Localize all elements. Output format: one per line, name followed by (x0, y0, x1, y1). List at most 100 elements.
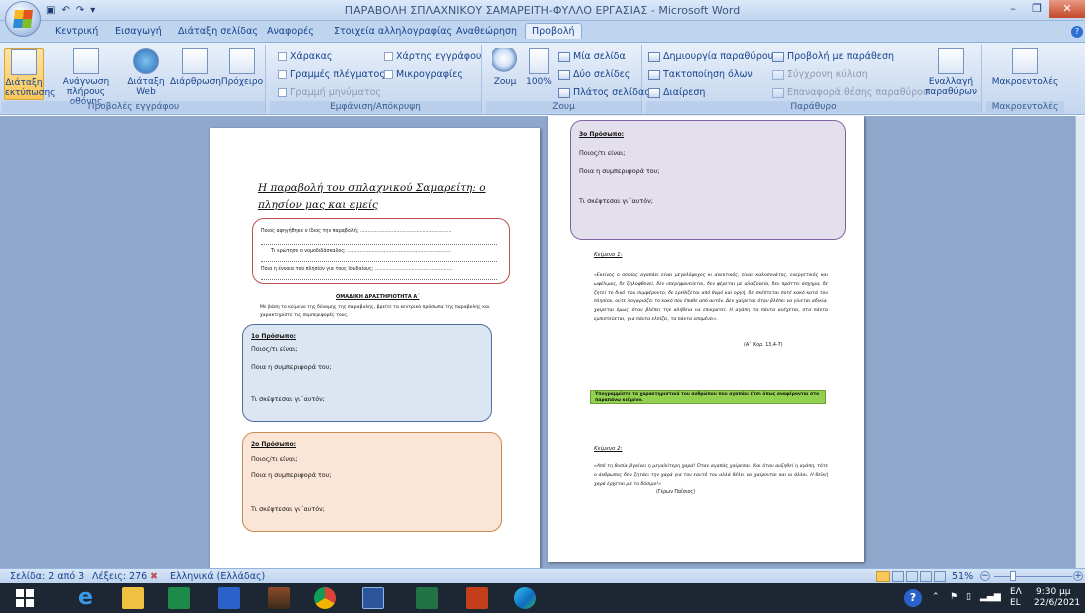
question-3: Ποια η έννοια του πλησίον για τους Ιουδα… (261, 267, 453, 272)
show-hide-group-label: Εμφάνιση/Απόκρυψη (270, 101, 481, 113)
signal-icon[interactable]: ▂▄▆ (980, 592, 1001, 602)
person-3-heading: 3ο Πρόσωπο: (579, 131, 624, 138)
spelling-icon[interactable]: ✖ (150, 571, 158, 582)
clock-time[interactable]: 9:30 μμ (1036, 587, 1071, 597)
word-icon[interactable] (362, 587, 384, 609)
message-bar-checkbox[interactable]: Γραμμή μηνύματος (278, 87, 381, 98)
ruler-checkbox[interactable]: Χάρακας (278, 51, 333, 62)
tab-insert[interactable]: Εισαγωγή (115, 26, 162, 37)
help-tray-icon[interactable]: ? (904, 589, 922, 607)
zoom-100-button[interactable]: 100% (524, 48, 554, 87)
page-width-button[interactable]: Πλάτος σελίδας (558, 87, 650, 98)
one-page-button[interactable]: Μία σελίδα (558, 51, 626, 62)
reading-view-icon[interactable] (892, 571, 904, 582)
person-3-who: Ποιος/τι είναι; (579, 149, 626, 157)
tab-mailings[interactable]: Στοιχεία αλληλογραφίας (334, 26, 452, 37)
text1-heading: Κείμενο 1: (594, 252, 623, 258)
clock-date[interactable]: 22/6/2021 (1034, 598, 1080, 608)
zoom-in-icon[interactable]: + (1073, 571, 1083, 581)
arrange-all-button[interactable]: Τακτοποίηση όλων (648, 69, 753, 80)
language-tray-sub[interactable]: EL (1010, 598, 1021, 608)
person-2-heading: 2ο Πρόσωπο: (251, 441, 296, 448)
game-icon[interactable] (268, 587, 290, 609)
side-by-side-icon (772, 51, 784, 62)
close-button[interactable]: ✕ (1049, 0, 1085, 18)
thumbnails-checkbox[interactable]: Μικρογραφίες (384, 69, 463, 80)
language-indicator[interactable]: Ελληνικά (Ελλάδας) (170, 571, 265, 582)
tab-page-layout[interactable]: Διάταξη σελίδας (178, 26, 258, 37)
macros-button[interactable]: Μακροεντολές (988, 48, 1062, 87)
switch-windows-button[interactable]: Εναλλαγή παραθύρων (922, 48, 980, 97)
excel-icon[interactable] (416, 587, 438, 609)
two-pages-button[interactable]: Δύο σελίδες (558, 69, 630, 80)
zoom-slider[interactable] (994, 576, 1072, 577)
document-workspace[interactable]: Η παραβολή του σπλαχνικού Σαμαρείτη: ο π… (0, 116, 1085, 568)
arrange-all-icon (648, 69, 660, 80)
print-layout-button[interactable]: Διάταξη εκτύπωσης (4, 48, 55, 100)
powerpoint-icon[interactable] (466, 587, 488, 609)
file-explorer-icon[interactable] (122, 587, 144, 609)
flag-icon[interactable]: ⚑ (950, 592, 958, 602)
gridlines-checkbox[interactable]: Γραμμές πλέγματος (278, 69, 385, 80)
vertical-scrollbar[interactable] (1075, 116, 1085, 568)
web-layout-icon (133, 48, 159, 74)
battery-icon[interactable]: ▯ (966, 592, 971, 602)
person-2-who: Ποιος/τι είναι; (251, 455, 298, 463)
side-by-side-button[interactable]: Προβολή με παράθεση (772, 51, 894, 62)
tab-references[interactable]: Αναφορές (267, 26, 314, 37)
zoom-button[interactable]: Ζουμ (488, 48, 522, 87)
status-bar: Σελίδα: 2 από 3 Λέξεις: 276 ✖ Ελληνικά (… (0, 568, 1085, 583)
page-1[interactable]: Η παραβολή του σπλαχνικού Σαμαρείτη: ο π… (210, 128, 540, 568)
window-title: ΠΑΡΑΒΟΛΗ ΣΠΛΑΧΝΙΚΟΥ ΣΑΜΑΡΕΙΤΗ-ΦΥΛΛΟ ΕΡΓΑ… (344, 4, 741, 17)
word-count[interactable]: Λέξεις: 276 (92, 571, 147, 582)
doc-map-checkbox[interactable]: Χάρτης εγγράφου (384, 51, 481, 62)
text2-heading: Κείμενο 2: (594, 446, 623, 452)
zoom-group-label: Ζουμ (486, 101, 641, 113)
text2-ref: (Γέρων Παΐσιος) (656, 490, 696, 495)
outline-view-icon[interactable] (920, 571, 932, 582)
tab-view[interactable]: Προβολή (525, 23, 582, 39)
store-icon[interactable] (168, 587, 190, 609)
page-count[interactable]: Σελίδα: 2 από 3 (10, 571, 84, 582)
start-icon[interactable] (14, 587, 36, 609)
zoom-level[interactable]: 51% (952, 571, 973, 582)
language-tray[interactable]: ΕΛ (1010, 587, 1022, 597)
text2-body: «Από τη θυσία βγαίνει η μεγαλύτερη χαρά!… (594, 464, 828, 487)
minimize-button[interactable]: – (1001, 0, 1025, 18)
maximize-button[interactable]: ❐ (1025, 0, 1049, 18)
edge-icon[interactable] (514, 587, 536, 609)
sync-scroll-icon (772, 69, 784, 80)
ribbon-tabs: Κεντρική Εισαγωγή Διάταξη σελίδας Αναφορ… (0, 21, 1085, 43)
full-screen-reading-button[interactable]: Ανάγνωση πλήρους οθόνης (50, 48, 122, 107)
outline-button[interactable]: Διάρθρωση (170, 48, 221, 87)
photos-icon[interactable] (218, 587, 240, 609)
help-icon[interactable]: ? (1071, 26, 1083, 38)
page-2[interactable]: 3ο Πρόσωπο: Ποιος/τι είναι; Ποια η συμπε… (548, 116, 864, 562)
web-layout-button[interactable]: Διάταξη Web (126, 48, 166, 97)
draft-view-icon[interactable] (934, 571, 946, 582)
office-logo-icon (13, 10, 33, 28)
chrome-icon[interactable] (314, 587, 336, 609)
tab-home[interactable]: Κεντρική (55, 26, 98, 37)
views-group-label: Προβολές εγγράφου (2, 101, 265, 113)
two-pages-icon (558, 69, 570, 80)
draft-button[interactable]: Πρόχειρο (220, 48, 264, 87)
zoom-slider-handle[interactable] (1010, 571, 1016, 581)
highlight-instruction: Υπογραμμίστε τα χαρακτηριστικά του ανθρώ… (590, 390, 826, 404)
split-button[interactable]: Διαίρεση (648, 87, 705, 98)
sync-scroll-button[interactable]: Σύγχρονη κύλιση (772, 69, 868, 80)
macros-group: Μακροεντολές Μακροεντολές (986, 45, 1064, 113)
print-layout-view-icon[interactable] (876, 571, 890, 582)
reset-position-button[interactable]: Επαναφορά θέσης παραθύρου (772, 87, 928, 98)
web-view-icon[interactable] (906, 571, 918, 582)
zoom-out-icon[interactable]: − (980, 571, 990, 581)
draft-icon (229, 48, 255, 74)
chevron-up-icon[interactable]: ⌃ (932, 592, 940, 602)
internet-explorer-icon[interactable]: e (78, 587, 100, 609)
page-100-icon (529, 48, 549, 74)
office-button[interactable] (5, 1, 41, 37)
new-window-button[interactable]: Δημιουργία παραθύρου (648, 51, 773, 62)
person-1-behavior: Ποια η συμπεριφορά του; (251, 363, 332, 371)
tab-review[interactable]: Αναθεώρηση (456, 26, 517, 37)
views-group: Διάταξη εκτύπωσης Ανάγνωση πλήρους οθόνη… (2, 45, 266, 113)
